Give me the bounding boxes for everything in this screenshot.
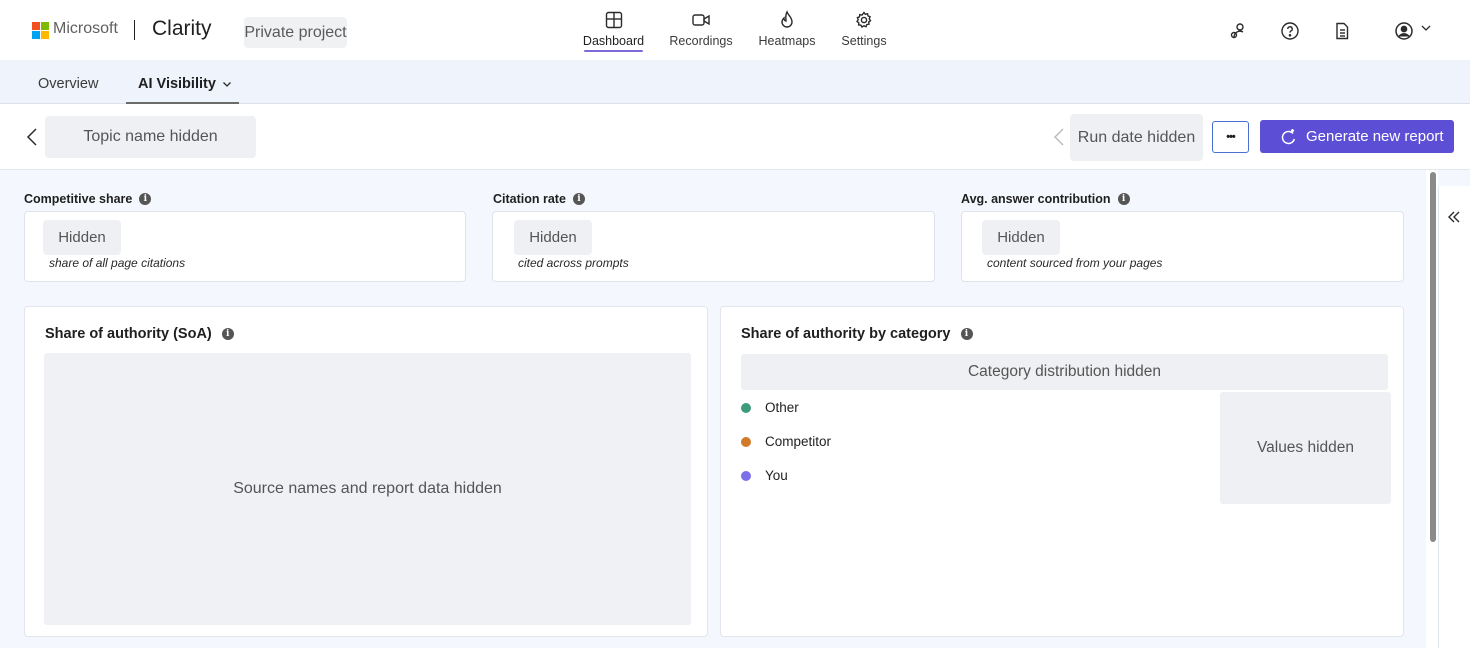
top-header: Microsoft Clarity Private project Dashbo…: [0, 0, 1470, 60]
nav-settings[interactable]: Settings: [841, 10, 887, 52]
soa-data-placeholder: Source names and report data hidden: [44, 353, 691, 625]
legend-dot: [741, 470, 751, 481]
scrollbar-thumb[interactable]: [1430, 172, 1436, 542]
expand-panel-icon[interactable]: [1446, 209, 1462, 225]
more-options-icon: •••: [1226, 131, 1236, 143]
share-of-authority-panel: Share of authority (SoA) i Source names …: [24, 306, 708, 637]
nav-recordings-label: Recordings: [669, 34, 733, 48]
topic-name[interactable]: Topic name hidden: [45, 116, 256, 158]
run-date[interactable]: Run date hidden: [1070, 114, 1203, 161]
nav-heatmaps-label: Heatmaps: [758, 34, 816, 48]
nav-dashboard[interactable]: Dashboard: [582, 10, 645, 52]
gear-icon: [856, 11, 872, 28]
panel-title: Share of authority by category i: [741, 326, 973, 342]
answer-contribution-caption: content sourced from your pages: [987, 256, 1163, 270]
competitive-share-caption: share of all page citations: [49, 256, 186, 270]
back-arrow-icon[interactable]: [24, 126, 40, 148]
brand-divider: [134, 20, 135, 40]
competitive-share-value: Hidden: [43, 220, 121, 255]
answer-contribution-title: Avg. answer contribution: [961, 192, 1111, 206]
legend-dot: [741, 402, 751, 413]
answer-contribution-label: Avg. answer contribution i: [961, 192, 1130, 206]
nav-recordings[interactable]: Recordings: [669, 10, 733, 52]
previous-run-icon[interactable]: [1052, 126, 1066, 148]
nav-dashboard-label: Dashboard: [582, 34, 645, 48]
info-icon[interactable]: i: [572, 193, 585, 205]
legend-label: Competitor: [765, 434, 832, 449]
tab-overview[interactable]: Overview: [38, 76, 98, 92]
account-menu[interactable]: [1394, 21, 1436, 41]
competitive-share-card: Hidden share of all page citations: [24, 211, 466, 282]
answer-contribution-card: Hidden content sourced from your pages: [961, 211, 1404, 282]
generate-report-button[interactable]: Generate new report: [1260, 120, 1454, 153]
answer-contribution-value: Hidden: [982, 220, 1060, 255]
chevron-down-icon: [1421, 25, 1431, 31]
legend-item-you: You: [741, 468, 788, 483]
project-selector[interactable]: Private project: [244, 17, 347, 48]
legend-item-competitor: Competitor: [741, 434, 831, 449]
competitive-share-label: Competitive share i: [24, 192, 152, 206]
nav-settings-label: Settings: [841, 34, 887, 48]
citation-rate-caption: cited across prompts: [518, 256, 629, 270]
side-panel: [1438, 186, 1470, 648]
document-icon[interactable]: [1332, 21, 1352, 41]
video-icon: [692, 14, 710, 26]
nav-heatmaps[interactable]: Heatmaps: [758, 10, 816, 52]
category-distribution-placeholder: Category distribution hidden: [741, 354, 1388, 390]
tab-ai-visibility-label: AI Visibility: [138, 76, 216, 92]
topic-bar: Topic name hidden Run date hidden ••• Ge…: [0, 104, 1470, 170]
legend-label: Other: [765, 400, 799, 415]
legend-item-other: Other: [741, 400, 799, 415]
panel-title: Share of authority (SoA) i: [45, 326, 234, 342]
citation-rate-title: Citation rate: [493, 192, 566, 206]
values-placeholder: Values hidden: [1220, 392, 1391, 504]
category-authority-panel: Share of authority by category i Categor…: [720, 306, 1404, 637]
info-icon[interactable]: i: [139, 193, 152, 205]
flame-icon: [781, 10, 793, 28]
generate-report-label: Generate new report: [1306, 128, 1444, 145]
legend-dot: [741, 436, 751, 447]
legend-label: You: [765, 468, 788, 483]
citation-rate-card: Hidden cited across prompts: [492, 211, 935, 282]
people-settings-icon[interactable]: [1228, 21, 1248, 41]
refresh-sparkle-icon: [1281, 129, 1296, 145]
more-options-button[interactable]: •••: [1212, 121, 1249, 153]
info-icon[interactable]: i: [960, 328, 973, 340]
help-icon[interactable]: [1280, 21, 1300, 41]
microsoft-logo: [32, 22, 49, 39]
info-icon[interactable]: i: [221, 328, 234, 340]
account-icon: [1395, 22, 1413, 40]
soa-title: Share of authority (SoA): [45, 326, 212, 342]
citation-rate-value: Hidden: [514, 220, 592, 255]
info-icon[interactable]: i: [1117, 193, 1130, 205]
brand-name: Microsoft: [53, 20, 118, 37]
sub-navigation: Overview AI Visibility: [0, 60, 1470, 104]
competitive-share-title: Competitive share: [24, 192, 133, 206]
product-name[interactable]: Clarity: [152, 17, 212, 41]
citation-rate-label: Citation rate i: [493, 192, 585, 206]
chevron-down-icon: [222, 82, 231, 87]
category-title: Share of authority by category: [741, 326, 951, 342]
tab-ai-visibility[interactable]: AI Visibility: [138, 76, 232, 92]
dashboard-icon: [605, 11, 622, 29]
